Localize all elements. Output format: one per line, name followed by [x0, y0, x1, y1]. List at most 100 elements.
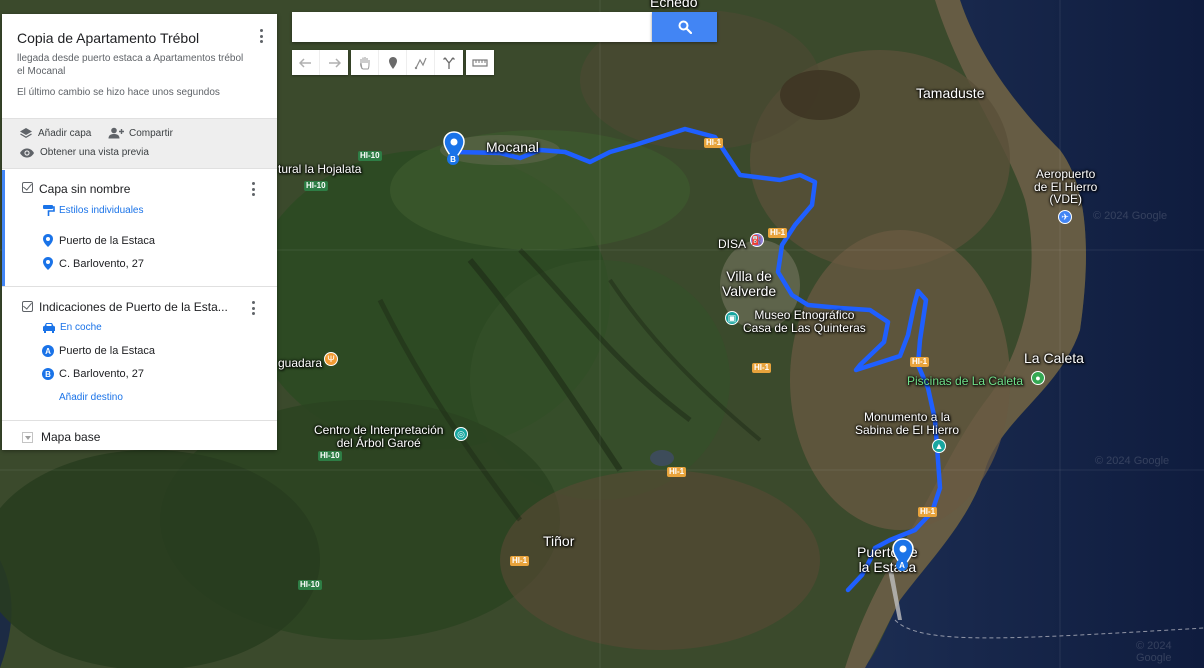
share-button[interactable]: Compartir	[108, 127, 173, 139]
layer-1-name[interactable]: Capa sin nombre	[39, 182, 130, 196]
select-tool-button[interactable]	[351, 50, 379, 75]
paint-roller-icon	[43, 205, 55, 216]
redo-button[interactable]	[320, 50, 348, 75]
road-shield-hi10: HI-10	[298, 580, 322, 590]
route-icon	[443, 56, 455, 69]
road-shield-hi1: HI-1	[752, 363, 772, 373]
place-marker-icon	[43, 257, 53, 270]
add-person-icon	[108, 127, 124, 139]
route-stop-a[interactable]: A Puerto de la Estaca	[42, 345, 155, 357]
layer-1-item-label: Puerto de la Estaca	[59, 234, 156, 247]
label-hojalata: tural la Hojalata	[278, 162, 362, 176]
label-la-caleta: La Caleta	[1024, 350, 1084, 366]
museum-icon[interactable]: ▣	[725, 311, 739, 325]
label-piscinas: Piscinas de La Caleta	[907, 374, 1024, 388]
label-centro-garoe: Centro de Interpretación del Árbol Garoé	[314, 423, 444, 450]
park-icon[interactable]: ●	[1031, 371, 1045, 385]
preview-button[interactable]: Obtener una vista previa	[19, 147, 149, 158]
hand-icon	[359, 56, 369, 69]
layer-2-checkbox[interactable]	[22, 301, 33, 312]
label-disa: DISA	[718, 237, 747, 251]
ruler-icon	[472, 58, 488, 67]
layer-divider	[2, 420, 277, 421]
road-shield-hi1: HI-1	[910, 357, 930, 367]
route-stop-b[interactable]: B C. Barlovento, 27	[42, 368, 144, 380]
marker-a-badge: A	[896, 559, 908, 571]
gas-station-icon[interactable]: ⛽	[750, 233, 764, 247]
layer-1-checkbox[interactable]	[22, 182, 33, 193]
undo-button[interactable]	[292, 50, 320, 75]
preview-label: Obtener una vista previa	[40, 147, 149, 158]
restaurant-icon[interactable]: Ψ	[324, 352, 338, 366]
stop-b-badge: B	[42, 368, 54, 380]
map-description[interactable]: llegada desde puerto estaca a Apartament…	[17, 52, 252, 78]
draw-line-button[interactable]	[407, 50, 435, 75]
add-directions-button[interactable]	[435, 50, 463, 75]
layers-icon	[20, 128, 32, 139]
label-aguadara: guadara	[278, 356, 323, 370]
road-shield-hi10: HI-10	[304, 181, 328, 191]
layer-1-item-label: C. Barlovento, 27	[59, 257, 144, 270]
layer-divider	[2, 286, 277, 287]
map-title[interactable]: Copia de Apartamento Trébol	[17, 30, 199, 46]
monument-icon[interactable]: ▲	[932, 439, 946, 453]
label-monumento: Monumento a la Sabina de El Hierro	[855, 410, 960, 437]
stop-b-label: C. Barlovento, 27	[59, 368, 144, 380]
road-shield-hi1: HI-1	[918, 507, 938, 517]
map-legend-panel: Copia de Apartamento Trébol llegada desd…	[2, 14, 277, 450]
label-mocanal: Mocanal	[486, 139, 539, 155]
car-icon	[43, 323, 55, 333]
map-watermark: © 2024 Google	[1095, 455, 1170, 467]
drawing-tools	[351, 50, 463, 75]
measure-tool	[466, 50, 494, 75]
base-map-label: Mapa base	[41, 430, 101, 444]
add-layer-label: Añadir capa	[38, 127, 92, 139]
share-label: Compartir	[129, 127, 173, 139]
label-echedo: Echedo	[650, 0, 698, 10]
undo-icon	[298, 57, 311, 68]
road-shield-hi1: HI-1	[667, 467, 687, 477]
layer-2-name[interactable]: Indicaciones de Puerto de la Esta...	[39, 300, 228, 314]
map-watermark: © 2024 Google	[1093, 210, 1168, 222]
panel-actions: Añadir capa Compartir Obtener una vista …	[2, 118, 277, 169]
layer-1-style-link[interactable]: Estilos individuales	[42, 204, 144, 217]
label-tamaduste: Tamaduste	[916, 85, 985, 101]
eye-icon	[20, 148, 34, 157]
road-shield-hi1: HI-1	[510, 556, 530, 566]
road-shield-hi1: HI-1	[768, 228, 788, 238]
landmark-icon[interactable]: ◎	[454, 427, 468, 441]
road-shield-hi10: HI-10	[358, 151, 382, 161]
last-change-status: El último cambio se hizo hace unos segun…	[17, 87, 220, 98]
add-layer-button[interactable]: Añadir capa	[19, 127, 91, 139]
search-input[interactable]	[292, 12, 652, 42]
stop-a-badge: A	[42, 345, 54, 357]
travel-mode-link[interactable]: En coche	[42, 322, 102, 333]
active-layer-indicator	[2, 170, 5, 286]
add-marker-button[interactable]	[379, 50, 407, 75]
add-destination-link[interactable]: Añadir destino	[59, 392, 123, 403]
search-button[interactable]	[652, 12, 717, 42]
layer-2-options-icon[interactable]	[248, 300, 258, 316]
redo-icon	[329, 57, 341, 68]
undo-redo-group	[292, 50, 348, 75]
road-shield-hi1: HI-1	[704, 138, 724, 148]
map-watermark: © 2024 Google	[1136, 640, 1172, 664]
road-shield-hi10: HI-10	[318, 451, 342, 461]
base-map-toggle[interactable]: Mapa base	[22, 430, 100, 444]
measure-button[interactable]	[466, 50, 494, 75]
layer-1-item[interactable]: Puerto de la Estaca	[42, 233, 155, 248]
style-link-label: Estilos individuales	[59, 205, 144, 216]
marker-icon	[388, 56, 397, 69]
map-options-icon[interactable]	[256, 28, 266, 44]
label-aeropuerto: Aeropuerto de El Hierro (VDE)	[1034, 167, 1098, 207]
airport-icon[interactable]: ✈	[1058, 210, 1072, 224]
search-icon	[678, 20, 692, 34]
expand-arrow-icon	[22, 431, 33, 443]
place-marker-icon	[43, 234, 53, 247]
stop-a-label: Puerto de la Estaca	[59, 345, 156, 357]
label-valverde: Villa de Valverde	[722, 268, 777, 299]
marker-b-badge: B	[447, 153, 459, 165]
label-tinor: Tiñor	[543, 533, 575, 549]
layer-1-options-icon[interactable]	[248, 181, 258, 197]
layer-1-item[interactable]: C. Barlovento, 27	[42, 256, 144, 271]
